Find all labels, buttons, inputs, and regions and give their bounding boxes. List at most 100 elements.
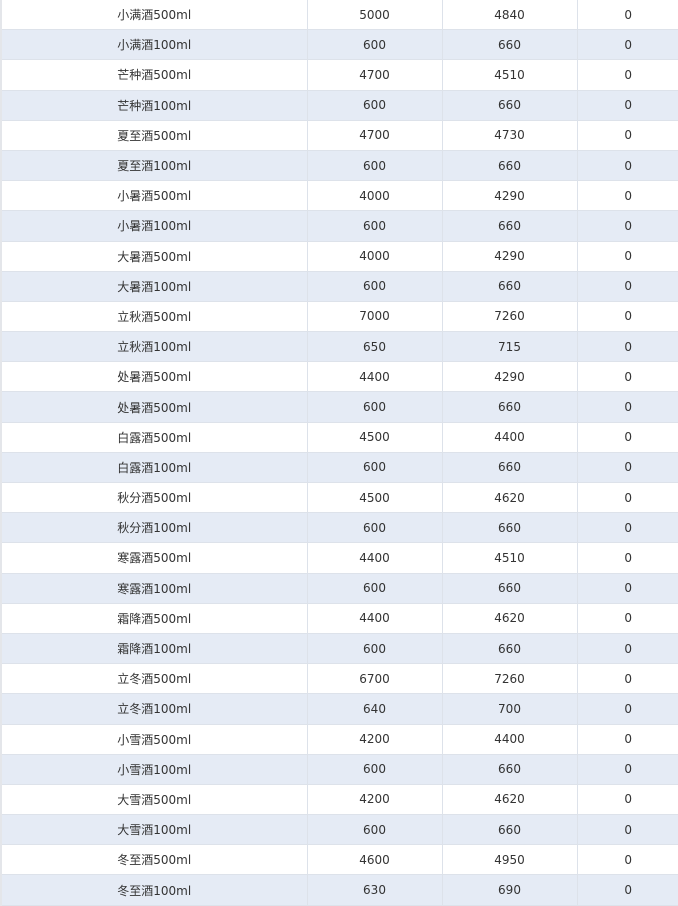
value-b-cell: 4620 bbox=[442, 784, 578, 816]
product-name-cell: 白露酒100ml bbox=[0, 452, 308, 484]
product-name-cell: 小满酒500ml bbox=[0, 0, 308, 31]
value-a-cell: 600 bbox=[307, 29, 443, 61]
value-a-cell: 4000 bbox=[307, 241, 443, 272]
product-name-cell: 霜降酒100ml bbox=[0, 633, 308, 665]
table-row: 小暑酒500ml 4000 4290 0 bbox=[0, 180, 678, 212]
value-b-cell: 660 bbox=[442, 271, 578, 302]
value-b-cell: 660 bbox=[442, 29, 578, 61]
table-row: 立冬酒500ml 6700 7260 0 bbox=[0, 663, 678, 695]
value-a-cell: 600 bbox=[307, 391, 443, 423]
value-c-cell: 0 bbox=[577, 603, 678, 634]
product-name-cell: 寒露酒500ml bbox=[0, 542, 308, 574]
value-b-cell: 660 bbox=[442, 210, 578, 242]
value-c-cell: 0 bbox=[577, 724, 678, 755]
product-name-cell: 大暑酒100ml bbox=[0, 271, 308, 302]
product-name-cell: 大暑酒500ml bbox=[0, 241, 308, 272]
table-row: 秋分酒100ml 600 660 0 bbox=[0, 512, 678, 544]
value-c-cell: 0 bbox=[577, 271, 678, 302]
table-row: 白露酒100ml 600 660 0 bbox=[0, 452, 678, 484]
product-name-cell: 芒种酒500ml bbox=[0, 59, 308, 91]
product-name-cell: 立冬酒500ml bbox=[0, 663, 308, 695]
table-row: 立秋酒500ml 7000 7260 0 bbox=[0, 301, 678, 333]
table-row: 白露酒500ml 4500 4400 0 bbox=[0, 422, 678, 453]
value-a-cell: 600 bbox=[307, 150, 443, 182]
value-c-cell: 0 bbox=[577, 90, 678, 121]
value-b-cell: 4840 bbox=[442, 0, 578, 31]
table-row: 芒种酒100ml 600 660 0 bbox=[0, 90, 678, 121]
value-b-cell: 660 bbox=[442, 150, 578, 182]
value-c-cell: 0 bbox=[577, 241, 678, 272]
value-b-cell: 4620 bbox=[442, 482, 578, 514]
value-c-cell: 0 bbox=[577, 210, 678, 242]
product-name-cell: 夏至酒100ml bbox=[0, 150, 308, 182]
product-name-cell: 秋分酒500ml bbox=[0, 482, 308, 514]
value-a-cell: 600 bbox=[307, 814, 443, 846]
product-name-cell: 大雪酒100ml bbox=[0, 814, 308, 846]
product-name-cell: 冬至酒100ml bbox=[0, 874, 308, 906]
value-c-cell: 0 bbox=[577, 663, 678, 695]
value-a-cell: 4700 bbox=[307, 59, 443, 91]
value-c-cell: 0 bbox=[577, 120, 678, 151]
table-row: 立冬酒100ml 640 700 0 bbox=[0, 693, 678, 725]
value-a-cell: 4600 bbox=[307, 844, 443, 876]
value-c-cell: 0 bbox=[577, 573, 678, 604]
table-row: 霜降酒500ml 4400 4620 0 bbox=[0, 603, 678, 634]
value-c-cell: 0 bbox=[577, 814, 678, 846]
product-name-cell: 秋分酒100ml bbox=[0, 512, 308, 544]
value-a-cell: 600 bbox=[307, 754, 443, 785]
value-b-cell: 660 bbox=[442, 512, 578, 544]
product-name-cell: 小暑酒500ml bbox=[0, 180, 308, 212]
value-b-cell: 7260 bbox=[442, 301, 578, 333]
value-c-cell: 0 bbox=[577, 693, 678, 725]
value-a-cell: 4000 bbox=[307, 180, 443, 212]
product-name-cell: 大雪酒500ml bbox=[0, 784, 308, 816]
value-a-cell: 600 bbox=[307, 573, 443, 604]
value-a-cell: 4700 bbox=[307, 120, 443, 151]
table-row: 小满酒100ml 600 660 0 bbox=[0, 29, 678, 61]
table-row: 大暑酒100ml 600 660 0 bbox=[0, 271, 678, 302]
table-row: 大暑酒500ml 4000 4290 0 bbox=[0, 241, 678, 272]
product-name-cell: 小雪酒100ml bbox=[0, 754, 308, 785]
table-row: 寒露酒100ml 600 660 0 bbox=[0, 573, 678, 604]
value-a-cell: 4500 bbox=[307, 482, 443, 514]
table-row: 冬至酒100ml 630 690 0 bbox=[0, 874, 678, 906]
product-name-cell: 立冬酒100ml bbox=[0, 693, 308, 725]
table-row: 寒露酒500ml 4400 4510 0 bbox=[0, 542, 678, 574]
product-name-cell: 夏至酒500ml bbox=[0, 120, 308, 151]
value-b-cell: 4290 bbox=[442, 241, 578, 272]
table-row: 大雪酒500ml 4200 4620 0 bbox=[0, 784, 678, 816]
product-name-cell: 白露酒500ml bbox=[0, 422, 308, 453]
value-c-cell: 0 bbox=[577, 391, 678, 423]
value-a-cell: 4200 bbox=[307, 784, 443, 816]
value-a-cell: 4400 bbox=[307, 542, 443, 574]
product-name-cell: 冬至酒500ml bbox=[0, 844, 308, 876]
value-c-cell: 0 bbox=[577, 512, 678, 544]
value-b-cell: 4290 bbox=[442, 180, 578, 212]
value-c-cell: 0 bbox=[577, 844, 678, 876]
value-c-cell: 0 bbox=[577, 754, 678, 785]
value-c-cell: 0 bbox=[577, 0, 678, 31]
value-a-cell: 600 bbox=[307, 90, 443, 121]
value-a-cell: 4500 bbox=[307, 422, 443, 453]
price-table: 小满酒500ml 5000 4840 0 小满酒100ml 600 660 0 芒种酒500ml… bbox=[0, 0, 678, 906]
product-name-cell: 芒种酒100ml bbox=[0, 90, 308, 121]
table-row: 秋分酒500ml 4500 4620 0 bbox=[0, 482, 678, 514]
value-c-cell: 0 bbox=[577, 422, 678, 453]
table-row: 小雪酒100ml 600 660 0 bbox=[0, 754, 678, 785]
product-name-cell: 处暑酒500ml bbox=[0, 361, 308, 393]
value-a-cell: 4400 bbox=[307, 361, 443, 393]
table-body: 小满酒500ml 5000 4840 0 小满酒100ml 600 660 0 芒种酒500ml… bbox=[0, 0, 678, 906]
value-a-cell: 640 bbox=[307, 693, 443, 725]
value-b-cell: 700 bbox=[442, 693, 578, 725]
value-b-cell: 4730 bbox=[442, 120, 578, 151]
value-c-cell: 0 bbox=[577, 331, 678, 363]
value-a-cell: 600 bbox=[307, 210, 443, 242]
value-a-cell: 5000 bbox=[307, 0, 443, 31]
value-a-cell: 600 bbox=[307, 271, 443, 302]
product-name-cell: 立秋酒500ml bbox=[0, 301, 308, 333]
product-name-cell: 寒露酒100ml bbox=[0, 573, 308, 604]
table-row: 夏至酒100ml 600 660 0 bbox=[0, 150, 678, 182]
value-c-cell: 0 bbox=[577, 542, 678, 574]
value-b-cell: 715 bbox=[442, 331, 578, 363]
value-c-cell: 0 bbox=[577, 361, 678, 393]
